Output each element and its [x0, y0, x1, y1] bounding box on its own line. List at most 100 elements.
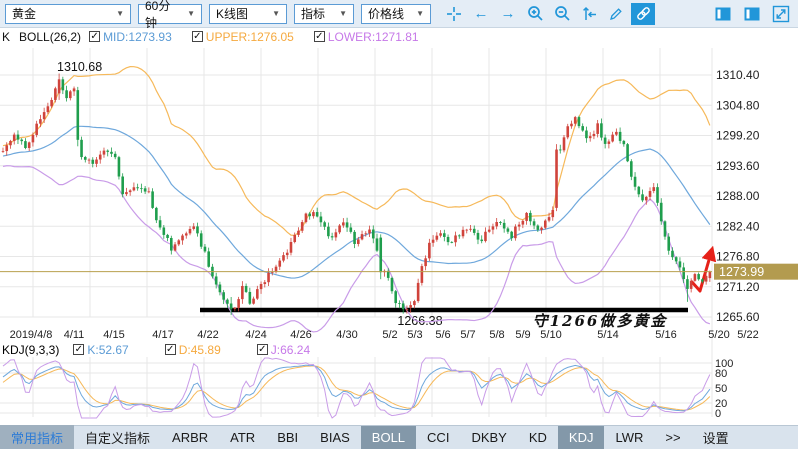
indicator-tabbar: 常用指标 自定义指标 ARBR ATR BBI BIAS BOLL CCI DK… [0, 425, 798, 449]
indicator-select-value: 指标 [301, 5, 325, 22]
checkbox-checked-icon[interactable]: ✓ [165, 344, 176, 355]
single-panel-layout-button[interactable] [711, 3, 735, 25]
boll-indicator-name: BOLL(26,2) [19, 30, 81, 44]
x-axis-label: 2019/4/8 [10, 329, 53, 341]
x-axis-label: 5/3 [407, 329, 422, 341]
chart-type-select[interactable]: K线图 ▼ [209, 4, 287, 24]
tab-common-indicators[interactable]: 常用指标 [0, 424, 74, 449]
x-axis-label: 4/17 [152, 329, 173, 341]
y-axis-label: 1276.80 [716, 250, 760, 264]
checkbox-checked-icon[interactable]: ✓ [314, 31, 325, 42]
kdj-legend-row: KDJ(9,3,3) ✓ K:52.67 ✓ D:45.89 ✓ J:66.24 [2, 342, 310, 357]
pan-left-button[interactable]: ← [469, 3, 493, 25]
main-chart[interactable]: 1310.681266.38守1266做多黄金1310.401304.80129… [0, 45, 798, 425]
tab-lwr[interactable]: LWR [604, 426, 654, 449]
interval-select-value: 60分钟 [145, 0, 179, 31]
checkbox-checked-icon[interactable]: ✓ [257, 344, 268, 355]
tab-bias[interactable]: BIAS [309, 426, 361, 449]
x-axis-label: 5/10 [540, 329, 561, 341]
x-axis-label: 5/14 [597, 329, 618, 341]
tab-boll[interactable]: BOLL [361, 426, 416, 449]
x-axis-label: 4/15 [103, 329, 124, 341]
x-axis-label: 4/22 [197, 329, 218, 341]
boll-mid-toggle[interactable]: ✓ MID:1273.93 [89, 30, 172, 44]
link-charts-button[interactable] [631, 3, 655, 25]
y-axis-label: 1271.20 [716, 280, 760, 294]
axis-scale-button[interactable] [577, 3, 601, 25]
kdj-axis-label: 50 [715, 383, 727, 395]
grid [0, 48, 712, 417]
toolbar: 黄金 ▼ 60分钟 ▼ K线图 ▼ 指标 ▼ 价格线 ▼ ← → [0, 0, 798, 28]
kdj-d-toggle[interactable]: ✓ D:45.89 [165, 343, 221, 357]
boll-mid-value: MID:1273.93 [103, 30, 172, 44]
chevron-down-icon: ▼ [116, 9, 124, 18]
checkbox-checked-icon[interactable]: ✓ [192, 31, 203, 42]
tab-atr[interactable]: ATR [219, 426, 266, 449]
link-icon [635, 5, 652, 22]
arrow-left-icon: ← [474, 5, 489, 22]
fullscreen-expand-icon [772, 5, 790, 23]
x-axis-label: 5/9 [515, 329, 530, 341]
tab-bbi[interactable]: BBI [266, 426, 309, 449]
x-axis-label: 4/30 [336, 329, 357, 341]
tab-dkby[interactable]: DKBY [460, 426, 517, 449]
symbol-select[interactable]: 黄金 ▼ [5, 4, 131, 24]
checkbox-checked-icon[interactable]: ✓ [89, 31, 100, 42]
checkbox-checked-icon[interactable]: ✓ [73, 344, 84, 355]
kdj-indicator-name: KDJ(9,3,3) [2, 343, 59, 357]
panel-layout-icon [714, 5, 732, 23]
y-axis-label: 1282.40 [716, 219, 760, 233]
kdj-k-toggle[interactable]: ✓ K:52.67 [73, 343, 128, 357]
kdj-j-toggle[interactable]: ✓ J:66.24 [257, 343, 310, 357]
x-axis-label: 5/7 [460, 329, 475, 341]
bollinger-bands [3, 67, 710, 332]
indicator-select[interactable]: 指标 ▼ [294, 4, 354, 24]
price-line-select-value: 价格线 [368, 5, 404, 22]
kdj-axis-label: 80 [715, 368, 727, 380]
crosshair-icon [446, 6, 462, 22]
tab-cci[interactable]: CCI [416, 426, 460, 449]
boll-lower-toggle[interactable]: ✓ LOWER:1271.81 [314, 30, 419, 44]
zoom-in-button[interactable] [523, 3, 547, 25]
tab-kdj[interactable]: KDJ [558, 426, 605, 449]
tab-custom-indicators[interactable]: 自定义指标 [74, 424, 161, 449]
draw-pencil-button[interactable] [604, 3, 628, 25]
boll-legend-row: K BOLL(26,2) ✓ MID:1273.93 ✓ UPPER:1276.… [0, 28, 798, 45]
dual-panel-layout-button[interactable] [740, 3, 764, 25]
trade-note-annotation: 守1266做多黄金 [533, 312, 669, 330]
y-axis-label: 1310.40 [716, 68, 760, 82]
x-axis-label: 5/20 [708, 329, 729, 341]
boll-mid-line [3, 126, 710, 278]
tab-kd[interactable]: KD [518, 426, 558, 449]
y-axis-label: 1265.60 [716, 310, 760, 324]
boll-upper-toggle[interactable]: ✓ UPPER:1276.05 [192, 30, 294, 44]
tab-more[interactable]: >> [654, 426, 691, 449]
x-axis-label: 5/8 [489, 329, 504, 341]
x-axis-label: 4/26 [290, 329, 311, 341]
x-axis-label: 5/2 [382, 329, 397, 341]
symbol-select-value: 黄金 [12, 5, 36, 22]
panel-layout-icon [743, 5, 761, 23]
zoom-out-button[interactable] [550, 3, 574, 25]
zoom-in-icon [527, 5, 544, 22]
crosshair-button[interactable] [442, 3, 466, 25]
boll-lower-line [3, 166, 710, 332]
x-axis-label: 5/6 [435, 329, 450, 341]
axes: 1310.401304.801299.201293.601288.001282.… [10, 68, 760, 420]
y-axis-label: 1304.80 [716, 98, 760, 112]
x-axis-label: 4/24 [245, 329, 266, 341]
zoom-out-icon [554, 5, 571, 22]
chart-type-letter: K [2, 30, 10, 44]
tab-arbr[interactable]: ARBR [161, 426, 219, 449]
chart-area: 1310.681266.38守1266做多黄金1310.401304.80129… [0, 45, 798, 425]
tab-settings[interactable]: 设置 [692, 424, 740, 449]
x-axis-label: 5/16 [655, 329, 676, 341]
pan-right-button[interactable]: → [496, 3, 520, 25]
y-axis-label: 1293.60 [716, 159, 760, 173]
interval-select[interactable]: 60分钟 ▼ [138, 4, 202, 24]
x-axis-label: 5/22 [737, 329, 758, 341]
fullscreen-button[interactable] [769, 3, 793, 25]
y-axis-label: 1299.20 [716, 129, 760, 143]
price-line-select[interactable]: 价格线 ▼ [361, 4, 431, 24]
boll-upper-line [3, 67, 710, 236]
